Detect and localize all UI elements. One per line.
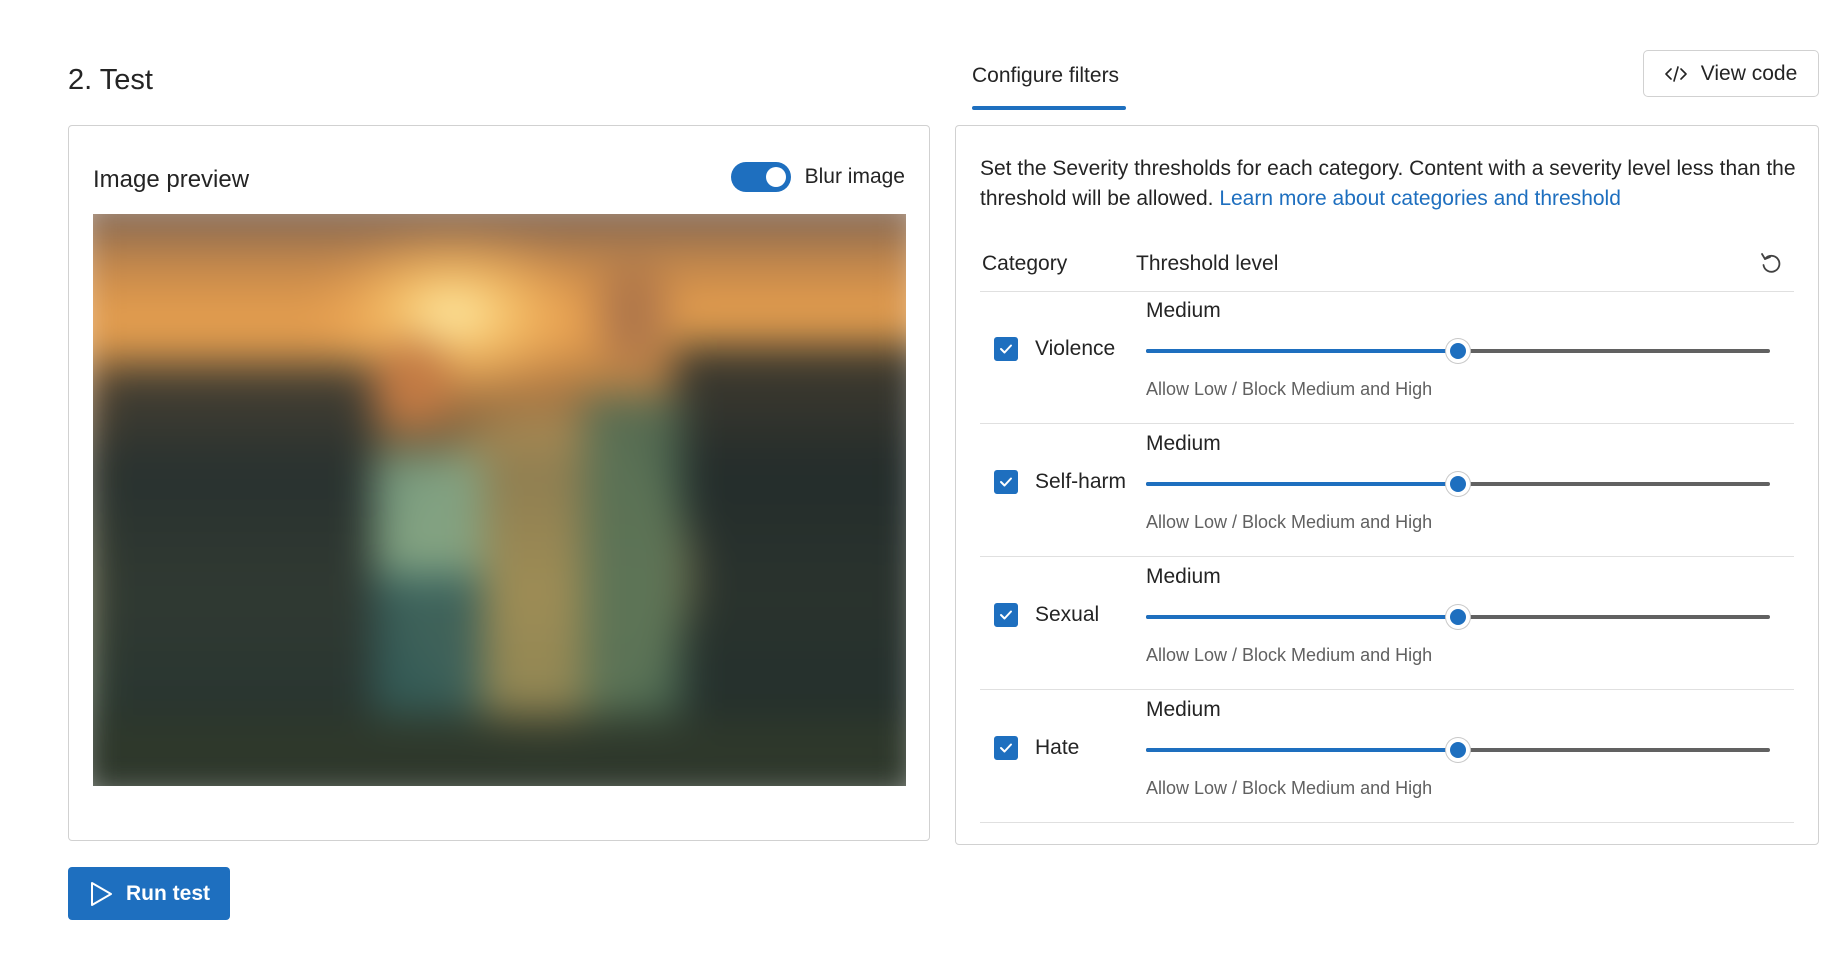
- slider-thumb[interactable]: [1446, 738, 1470, 762]
- filter-row-violence: Violence Medium Allow Low / Block Medium…: [980, 291, 1794, 424]
- violence-threshold-slider[interactable]: [1146, 339, 1770, 363]
- checkmark-icon: [1000, 610, 1012, 620]
- view-code-button[interactable]: View code: [1643, 50, 1819, 97]
- run-test-button[interactable]: Run test: [68, 867, 230, 920]
- checkmark-icon: [1000, 477, 1012, 487]
- image-preview-title: Image preview: [93, 166, 250, 193]
- slider-thumb[interactable]: [1446, 605, 1470, 629]
- checkmark-icon: [1000, 743, 1012, 753]
- reset-icon[interactable]: [1758, 250, 1784, 276]
- checkmark-icon: [1000, 344, 1012, 354]
- hate-threshold-slider[interactable]: [1146, 738, 1770, 762]
- blur-image-toggle[interactable]: Blur image: [730, 162, 905, 192]
- self-harm-checkbox[interactable]: [994, 470, 1018, 494]
- threshold-level-label: Medium: [1146, 698, 1221, 721]
- category-label: Hate: [1035, 736, 1080, 759]
- filter-row-self-harm: Self-harm Medium Allow Low / Block Mediu…: [980, 424, 1794, 557]
- slider-fill: [1146, 349, 1458, 353]
- violence-checkbox[interactable]: [994, 337, 1018, 361]
- section-title: 2. Test: [68, 64, 153, 96]
- toggle-switch[interactable]: [730, 162, 791, 192]
- slider-thumb[interactable]: [1446, 339, 1470, 363]
- filter-row-hate: Hate Medium Allow Low / Block Medium and…: [980, 690, 1794, 823]
- threshold-hint: Allow Low / Block Medium and High: [1146, 645, 1433, 665]
- threshold-hint: Allow Low / Block Medium and High: [1146, 379, 1433, 399]
- play-icon: [91, 881, 112, 906]
- learn-more-link[interactable]: Learn more about categories and threshol…: [1219, 187, 1621, 210]
- hate-checkbox[interactable]: [994, 736, 1018, 760]
- view-code-label: View code: [1700, 61, 1798, 85]
- toggle-thumb: [765, 167, 786, 187]
- run-test-label: Run test: [126, 881, 210, 905]
- threshold-level-label: Medium: [1146, 299, 1221, 322]
- filter-row-sexual: Sexual Medium Allow Low / Block Medium a…: [980, 557, 1794, 690]
- category-label: Violence: [1035, 337, 1116, 360]
- column-header-category: Category: [982, 252, 1068, 275]
- threshold-level-label: Medium: [1146, 432, 1221, 455]
- blurred-photo: [93, 214, 906, 786]
- slider-fill: [1146, 615, 1458, 619]
- preview-image: [93, 214, 906, 786]
- code-icon: [1664, 65, 1687, 82]
- configure-filters-card: Set the Severity thresholds for each cat…: [955, 125, 1819, 845]
- column-header-threshold: Threshold level: [1136, 252, 1279, 275]
- category-label: Sexual: [1035, 603, 1100, 626]
- image-preview-card: Image preview Blur image: [68, 125, 930, 841]
- category-label: Self-harm: [1035, 470, 1127, 493]
- threshold-hint: Allow Low / Block Medium and High: [1146, 778, 1433, 798]
- slider-thumb[interactable]: [1446, 472, 1470, 496]
- sexual-threshold-slider[interactable]: [1146, 605, 1770, 629]
- slider-fill: [1146, 748, 1458, 752]
- tab-configure-filters[interactable]: Configure filters: [972, 64, 1119, 88]
- threshold-hint: Allow Low / Block Medium and High: [1146, 512, 1433, 532]
- filters-table-header: Category Threshold level: [980, 246, 1794, 292]
- threshold-level-label: Medium: [1146, 565, 1221, 588]
- tab-selected-indicator: [972, 106, 1126, 110]
- sexual-checkbox[interactable]: [994, 603, 1018, 627]
- slider-fill: [1146, 482, 1458, 486]
- blur-image-label: Blur image: [804, 165, 905, 188]
- self-harm-threshold-slider[interactable]: [1146, 472, 1770, 496]
- filters-description: Set the Severity thresholds for each cat…: [980, 154, 1796, 214]
